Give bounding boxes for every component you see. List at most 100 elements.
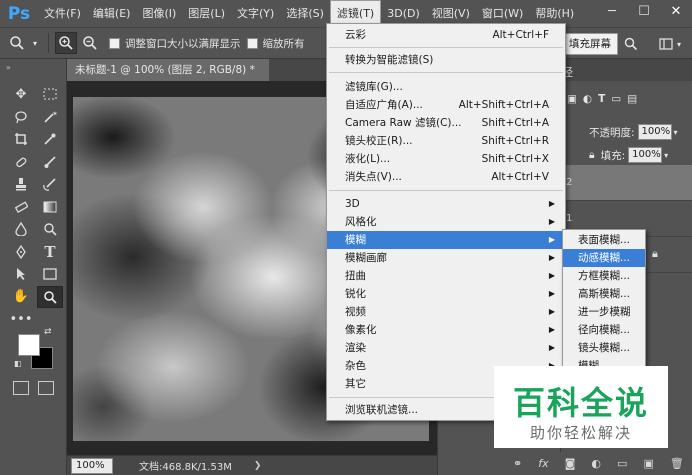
rectangle-tool-icon[interactable] [37,263,63,286]
close-button[interactable]: ✕ [660,0,692,22]
history-brush-tool-icon[interactable] [37,173,63,196]
filter-menu-item-pixelate[interactable]: 像素化 ▶ [327,321,565,339]
more-tools-icon[interactable]: ••• [8,308,34,331]
chevron-down-icon[interactable]: ▾ [674,128,678,137]
search-icon[interactable] [620,33,642,55]
adjustment-filter-icon[interactable]: ◐ [583,93,592,105]
zoom-out-icon[interactable] [79,32,101,54]
blur-submenu-item-gaussian[interactable]: 高斯模糊... [563,285,645,303]
brush-tool-icon[interactable] [37,151,63,174]
filter-menu-item-blur[interactable]: 模糊 ▶ [327,231,565,249]
swap-colors-icon[interactable]: ⇄ [44,327,52,337]
filter-menu-item-distort[interactable]: 扭曲 ▶ [327,267,565,285]
zoom-in-icon[interactable] [55,32,77,54]
move-tool-icon[interactable]: ✥ [8,83,34,106]
healing-brush-tool-icon[interactable] [8,151,34,174]
document-tab[interactable]: 未标题-1 @ 100% (图层 2, RGB/8) * [67,59,269,81]
filter-menu-item-blur-gallery[interactable]: 模糊画廊 ▶ [327,249,565,267]
gradient-tool-icon[interactable] [37,196,63,219]
blur-submenu-item-motion[interactable]: 动感模糊... [563,249,645,267]
eraser-tool-icon[interactable] [8,196,34,219]
lock-icon[interactable]: 🔒︎ [589,149,595,162]
trash-icon[interactable]: 🗑︎ [670,457,684,470]
checkbox-box[interactable] [246,37,258,49]
filter-menu-item-camera-raw[interactable]: Camera Raw 滤镜(C)... Shift+Ctrl+A [327,114,565,132]
adjustment-layer-icon[interactable]: ◐ [591,457,601,470]
new-group-icon[interactable]: ▭ [617,457,627,470]
path-selection-tool-icon[interactable] [8,263,34,286]
fill-screen-button[interactable]: 填充屏幕 [562,33,618,55]
dodge-tool-icon[interactable] [37,218,63,241]
image-filter-icon[interactable]: ▣ [567,93,577,105]
filter-menu-item-convert-smart[interactable]: 转换为智能滤镜(S) [327,51,565,69]
menu-type[interactable]: 文字(Y) [231,0,280,27]
zoom-all-checkbox[interactable]: 缩放所有 [246,36,305,51]
layer-name: 2 [566,177,573,188]
menu-item-label: 模糊 [345,234,366,246]
filter-menu-item-sharpen[interactable]: 锐化 ▶ [327,285,565,303]
zoom-level-field[interactable]: 100% [71,457,113,474]
menu-item-label: 浏览联机滤镜... [345,404,419,416]
pen-tool-icon[interactable] [8,241,34,264]
blur-submenu-item-box[interactable]: 方框模糊... [563,267,645,285]
add-mask-icon[interactable]: ◙ [565,457,576,470]
menu-edit[interactable]: 编辑(E) [87,0,137,27]
menu-image[interactable]: 图像(I) [136,0,182,27]
chevron-down-icon[interactable]: ▾ [664,151,668,160]
maximize-button[interactable]: ☐ [628,0,660,22]
filter-menu-item-stylize[interactable]: 风格化 ▶ [327,213,565,231]
zoom-tool-preset-icon[interactable] [6,32,28,54]
submenu-arrow-icon: ▶ [548,271,555,280]
stamp-tool-icon[interactable] [8,173,34,196]
menu-layer[interactable]: 图层(L) [182,0,231,27]
smart-object-filter-icon[interactable]: ▤ [627,93,637,105]
lasso-tool-icon[interactable] [8,106,34,129]
workspace-icon[interactable]: ▾ [650,33,690,55]
menu-item-label: 消失点(V)... [345,171,402,183]
filter-menu-item-liquify[interactable]: 液化(L)... Shift+Ctrl+X [327,150,565,168]
minimize-button[interactable]: ─ [596,0,628,22]
layer-row[interactable]: 2 [560,165,692,201]
foreground-color-swatch[interactable] [18,334,40,356]
type-filter-icon[interactable]: T [598,93,605,105]
new-layer-icon[interactable]: ▣ [643,457,653,470]
marquee-tool-icon[interactable] [37,83,63,106]
magic-wand-tool-icon[interactable]: ✶ [37,106,63,129]
fill-field[interactable]: 100% [628,147,663,163]
quick-mask-icon[interactable] [13,381,29,395]
filter-menu-item-adaptive-wide-angle[interactable]: 自适应广角(A)... Alt+Shift+Ctrl+A [327,96,565,114]
blur-submenu-item-radial[interactable]: 径向模糊... [563,321,645,339]
filter-menu-item-lens-correction[interactable]: 镜头校正(R)... Shift+Ctrl+R [327,132,565,150]
menu-file[interactable]: 文件(F) [38,0,87,27]
filter-menu-item-video[interactable]: 视频 ▶ [327,303,565,321]
blur-submenu-item-blur-more[interactable]: 进一步模糊 [563,303,645,321]
collapse-arrows-icon[interactable]: » [6,63,11,72]
chevron-right-icon[interactable]: ❯ [254,461,262,471]
hand-tool-icon[interactable]: ✋ [8,286,34,309]
opacity-field[interactable]: 100% [637,124,672,140]
crop-tool-icon[interactable] [8,128,34,151]
menu-select[interactable]: 选择(S) [280,0,330,27]
filter-menu-item-vanishing-point[interactable]: 消失点(V)... Alt+Ctrl+V [327,168,565,186]
shape-filter-icon[interactable]: ▭ [611,93,621,105]
resize-windows-label: 调整窗口大小以满屏显示 [125,37,241,50]
checkbox-box[interactable] [109,37,120,49]
filter-menu-item-gallery[interactable]: 滤镜库(G)... [327,78,565,96]
default-colors-icon[interactable]: ◧ [14,359,22,368]
type-tool-icon[interactable]: T [37,241,63,264]
zoom-tool-icon[interactable] [37,285,63,308]
filter-menu-item-clouds[interactable]: 云彩 Alt+Ctrl+F [327,26,565,44]
link-layers-icon[interactable]: ⚭ [513,457,522,470]
blur-tool-icon[interactable] [8,218,34,241]
eyedropper-tool-icon[interactable] [37,128,63,151]
chevron-down-icon[interactable]: ▾ [30,32,40,54]
filter-menu-item-render[interactable]: 渲染 ▶ [327,339,565,357]
document-info: 文档:468.8K/1.53M [139,462,232,473]
fx-icon[interactable]: fx [538,457,548,470]
blur-submenu-item-lens[interactable]: 镜头模糊... [563,339,645,357]
screen-mode-icon[interactable] [38,381,54,395]
filter-menu-item-3d[interactable]: 3D ▶ [327,195,565,213]
resize-windows-checkbox[interactable]: 调整窗口大小以满屏显示 [109,36,241,51]
blur-submenu-item-surface[interactable]: 表面模糊... [563,231,645,249]
submenu-arrow-icon: ▶ [548,289,555,298]
